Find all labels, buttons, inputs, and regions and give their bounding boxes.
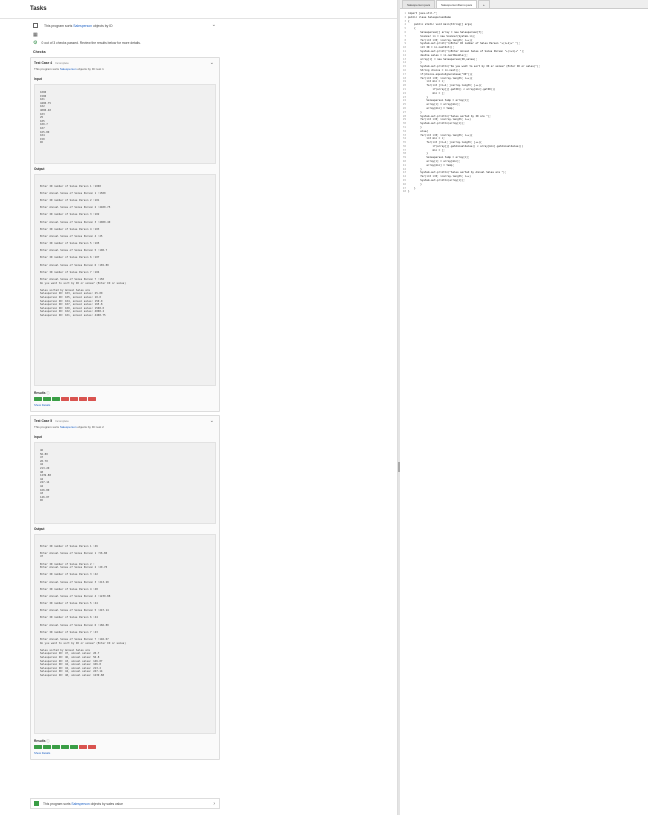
checks-heading: Checks: [33, 50, 46, 54]
code-text[interactable]: public class SalespersonDemo: [408, 16, 451, 20]
result-chip[interactable]: [70, 745, 78, 749]
code-editor: Salesperson.java SalespersonDemo.java + 1i…: [400, 0, 648, 815]
task-code: Salesperson: [71, 801, 90, 806]
status-badge: Incomplete: [55, 419, 69, 423]
info-icon[interactable]: ⓘ: [46, 391, 49, 395]
results-label: Results ⓘ: [34, 738, 216, 743]
status-badge: Incomplete: [55, 61, 69, 65]
task-row-sort-by-id[interactable]: This program sorts Salesperson objects b…: [30, 20, 220, 31]
add-tab-button[interactable]: +: [478, 0, 490, 8]
desc-code: Salesperson: [59, 425, 77, 429]
result-chip[interactable]: [61, 397, 69, 401]
test-case-description: This program sorts Salesperson objects b…: [34, 425, 216, 429]
result-chip[interactable]: [52, 745, 60, 749]
task-prefix: This program sorts: [44, 23, 73, 28]
info-icon[interactable]: ⓘ: [46, 739, 49, 743]
output-box: Enter ID number of Sales Person 1 :1000 …: [34, 174, 216, 386]
result-chip[interactable]: [79, 745, 87, 749]
input-label: Input: [34, 435, 42, 439]
editor-tabs: Salesperson.java SalespersonDemo.java +: [400, 0, 648, 9]
results-label-text: Results: [34, 391, 46, 395]
status-text: 0 out of 3 checks passed. Review the res…: [41, 41, 141, 45]
task-tools: ▦: [30, 31, 220, 38]
code-area[interactable]: 1 import java.util.*; 2 public class Salesp…: [400, 12, 648, 194]
results-chips: [34, 397, 216, 401]
task-suffix: objects by sales value: [90, 801, 123, 806]
task-checkbox[interactable]: [33, 23, 38, 28]
code-text[interactable]: public static void main(String[] args): [408, 23, 472, 27]
task-code: Salesperson: [73, 23, 93, 28]
result-chip[interactable]: [79, 397, 87, 401]
input-label: Input: [34, 77, 42, 81]
chevron-right-icon[interactable]: ›: [213, 801, 215, 807]
page-title: Tasks: [30, 6, 47, 12]
test-case-card: Test Case 5 Incomplete ⌄ This program so…: [30, 415, 220, 760]
task-prefix: This program sorts: [43, 801, 71, 806]
desc-suffix: objects by ID: test 1: [77, 67, 104, 71]
chevron-down-icon[interactable]: ⌄: [210, 418, 214, 424]
test-case-card: Test Case 4 Incomplete ⌄ This program so…: [30, 57, 220, 412]
task-row-sort-by-sales[interactable]: This program sorts Salesperson objects b…: [30, 798, 220, 809]
test-case-header[interactable]: Test Case 5 Incomplete ⌄: [34, 418, 216, 424]
code-text[interactable]: }: [408, 190, 410, 194]
results-chips: [34, 745, 216, 749]
result-chip[interactable]: [61, 745, 69, 749]
tasks-header: Tasks: [0, 0, 397, 19]
result-chip[interactable]: [34, 397, 42, 401]
input-box: 1000 1500 101 4400.75 102 4000.40 103 25…: [34, 84, 216, 164]
result-chip[interactable]: [70, 397, 78, 401]
test-case-title: Test Case 4: [34, 61, 53, 65]
result-chip[interactable]: [88, 745, 96, 749]
tasks-panel: Tasks This program sorts Salesperson obj…: [0, 0, 398, 815]
output-box: Enter ID number of Sales Person 1 :46 En…: [34, 534, 216, 734]
desc-prefix: This program sorts: [34, 425, 60, 429]
input-box: 46 56.80 47 20.70 42 213.20 48 1239.88 4…: [34, 442, 216, 524]
results-label: Results ⓘ: [34, 390, 216, 395]
tasks-content: This program sorts Salesperson objects b…: [30, 20, 220, 760]
show-details-link[interactable]: Show Details: [34, 403, 216, 407]
code-line[interactable]: 48}: [400, 190, 648, 194]
result-chip[interactable]: [43, 745, 51, 749]
test-case-header[interactable]: Test Case 4 Incomplete ⌄: [34, 60, 216, 66]
results-label-text: Results: [34, 739, 46, 743]
chevron-down-icon[interactable]: ⌄: [212, 22, 216, 28]
test-case-description: This program sorts Salesperson objects b…: [34, 67, 216, 71]
editor-tab[interactable]: Salesperson.java: [402, 0, 436, 8]
show-details-link[interactable]: Show Details: [34, 751, 216, 755]
result-chip[interactable]: [52, 397, 60, 401]
editor-tab[interactable]: SalespersonDemo.java: [436, 0, 478, 8]
test-case-title: Test Case 5: [34, 419, 53, 423]
grid-icon[interactable]: ▦: [33, 32, 38, 38]
output-label: Output: [34, 527, 45, 531]
desc-prefix: This program sorts: [34, 67, 60, 71]
robot-icon: ⚙: [33, 40, 38, 46]
desc-suffix: objects by ID: test 2: [77, 425, 104, 429]
result-chip[interactable]: [43, 397, 51, 401]
chevron-down-icon[interactable]: ⌄: [210, 60, 214, 66]
desc-code: Salesperson: [59, 67, 77, 71]
result-chip[interactable]: [88, 397, 96, 401]
status-line: ⚙ 0 out of 3 checks passed. Review the r…: [30, 38, 220, 48]
result-chip[interactable]: [34, 745, 42, 749]
check-icon: [34, 801, 39, 806]
line-number: 48: [402, 190, 406, 194]
task-suffix: objects by ID: [93, 23, 113, 28]
output-label: Output: [34, 167, 45, 171]
